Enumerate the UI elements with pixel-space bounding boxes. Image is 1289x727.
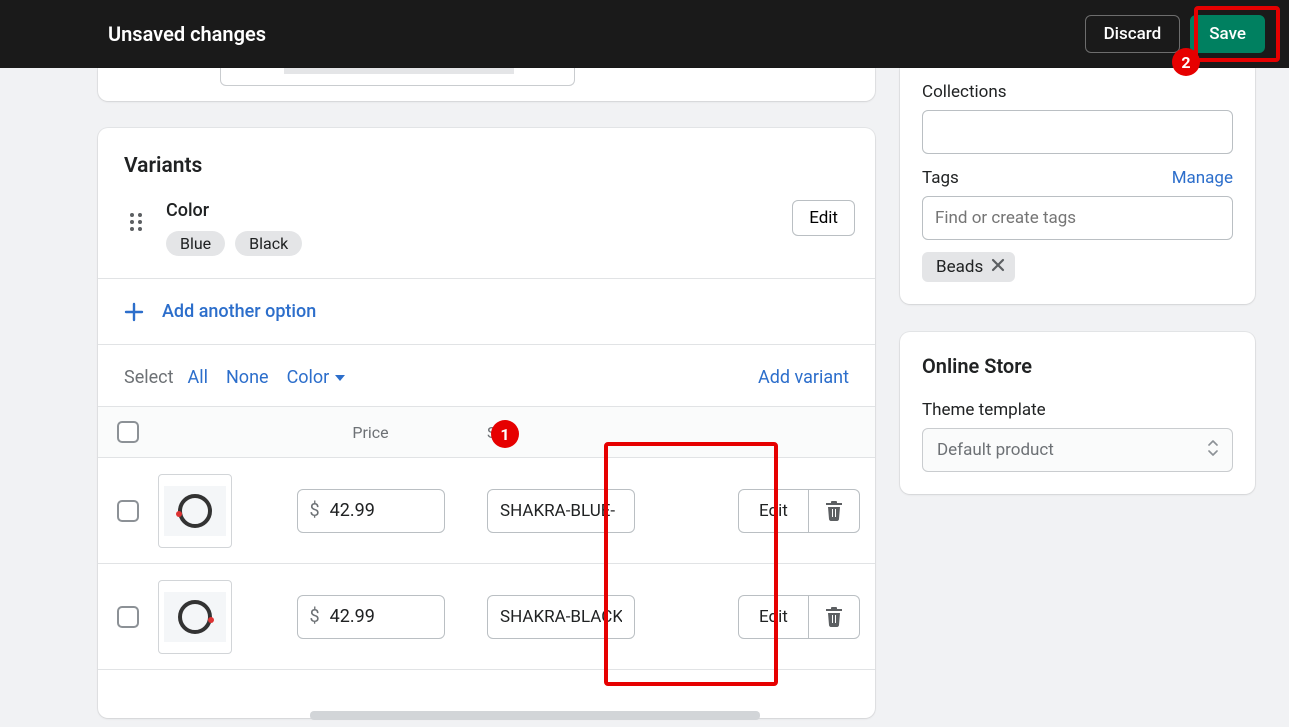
option-value-chip-black: Black bbox=[235, 231, 302, 256]
collections-input[interactable] bbox=[922, 110, 1233, 154]
discard-button[interactable]: Discard bbox=[1085, 15, 1181, 53]
remove-tag-button[interactable] bbox=[991, 257, 1005, 277]
variant-price-value[interactable] bbox=[330, 500, 432, 521]
theme-template-value: Default product bbox=[937, 440, 1054, 460]
unsaved-changes-topbar: Unsaved changes Discard Save bbox=[0, 0, 1289, 68]
topbar-actions: Discard Save bbox=[1085, 15, 1265, 53]
tags-label-row: Tags Manage bbox=[922, 168, 1233, 188]
select-all-checkbox[interactable] bbox=[117, 421, 139, 443]
variant-sku-input[interactable] bbox=[487, 489, 635, 533]
sku-column-header: SKU bbox=[483, 423, 708, 442]
media-card-partial bbox=[98, 68, 875, 101]
close-icon bbox=[991, 258, 1005, 272]
trash-icon bbox=[825, 607, 843, 627]
theme-template-select[interactable]: Default product bbox=[922, 428, 1233, 472]
tag-chip-beads: Beads bbox=[922, 252, 1015, 282]
theme-template-label: Theme template bbox=[922, 400, 1233, 420]
option-name-label: Color bbox=[166, 200, 792, 221]
variant-checkbox[interactable] bbox=[117, 606, 139, 628]
variants-card: Variants Color Blue Black Edit Add anoth… bbox=[98, 128, 875, 718]
organization-card-partial: Collections Tags Manage Beads bbox=[900, 68, 1255, 304]
variant-price-input[interactable]: $ bbox=[297, 489, 445, 533]
variant-row: $ Edit bbox=[98, 564, 875, 670]
tag-chip-label: Beads bbox=[936, 257, 983, 277]
edit-option-button[interactable]: Edit bbox=[792, 200, 855, 236]
media-placeholder bbox=[284, 68, 514, 74]
trash-icon bbox=[825, 501, 843, 521]
currency-symbol: $ bbox=[310, 606, 320, 627]
variant-row: $ Edit bbox=[98, 458, 875, 564]
drag-handle-icon[interactable] bbox=[118, 204, 154, 240]
edit-variant-button[interactable]: Edit bbox=[738, 489, 809, 533]
variants-table-header: Price SKU bbox=[98, 406, 875, 458]
delete-variant-button[interactable] bbox=[809, 595, 860, 639]
select-color-dropdown[interactable]: Color bbox=[287, 367, 346, 388]
manage-tags-link[interactable]: Manage bbox=[1172, 168, 1233, 188]
variant-filters-row: Select All None Color Add variant bbox=[98, 345, 875, 406]
add-variant-link[interactable]: Add variant bbox=[758, 367, 849, 388]
select-label: Select bbox=[124, 367, 173, 388]
add-option-label: Add another option bbox=[162, 301, 316, 322]
option-row-color: Color Blue Black Edit bbox=[98, 194, 875, 278]
option-value-chip-blue: Blue bbox=[166, 231, 225, 256]
price-column-header: Price bbox=[258, 423, 483, 442]
horizontal-scrollbar[interactable] bbox=[310, 711, 760, 720]
plus-icon bbox=[124, 302, 144, 322]
variants-heading: Variants bbox=[98, 128, 875, 194]
delete-variant-button[interactable] bbox=[809, 489, 860, 533]
online-store-card: Online Store Theme template Default prod… bbox=[900, 332, 1255, 494]
variant-price-value[interactable] bbox=[330, 606, 432, 627]
select-caret-icon bbox=[1208, 440, 1218, 460]
variant-checkbox[interactable] bbox=[117, 500, 139, 522]
currency-symbol: $ bbox=[310, 500, 320, 521]
variant-thumbnail[interactable] bbox=[158, 580, 232, 654]
save-button[interactable]: Save bbox=[1190, 15, 1265, 53]
select-none-link[interactable]: None bbox=[226, 367, 269, 388]
online-store-heading: Online Store bbox=[922, 354, 1233, 378]
add-option-button[interactable]: Add another option bbox=[98, 279, 875, 344]
tags-input[interactable] bbox=[922, 196, 1233, 240]
variant-thumbnail[interactable] bbox=[158, 474, 232, 548]
variant-price-input[interactable]: $ bbox=[297, 595, 445, 639]
variant-sku-input[interactable] bbox=[487, 595, 635, 639]
edit-variant-button[interactable]: Edit bbox=[738, 595, 809, 639]
collections-label: Collections bbox=[922, 82, 1233, 102]
topbar-title: Unsaved changes bbox=[108, 22, 266, 46]
tags-label: Tags bbox=[922, 168, 959, 188]
select-all-link[interactable]: All bbox=[187, 367, 208, 388]
